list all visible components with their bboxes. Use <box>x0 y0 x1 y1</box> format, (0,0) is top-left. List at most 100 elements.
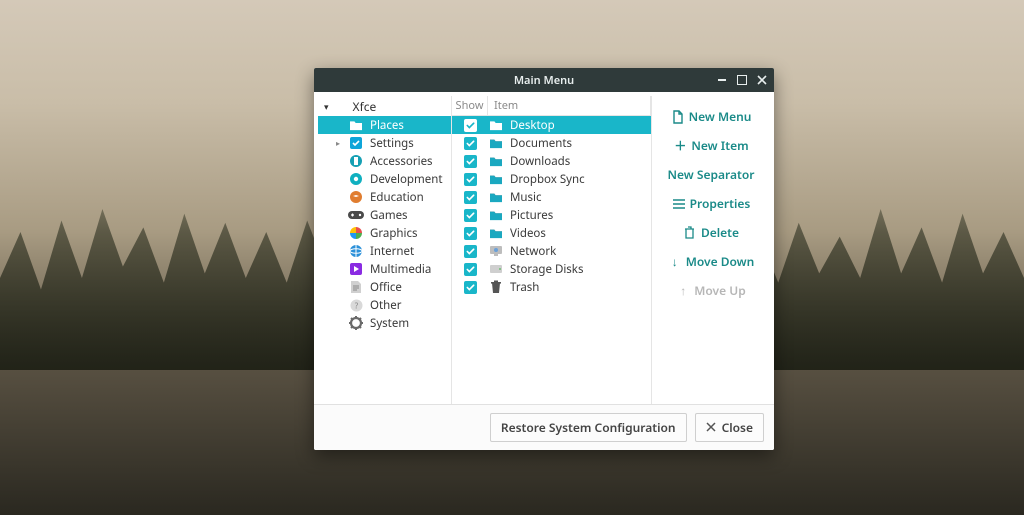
window-title: Main Menu <box>514 73 574 88</box>
category-accessories[interactable]: Accessories <box>318 152 451 170</box>
category-places[interactable]: Places <box>318 116 451 134</box>
folder-icon <box>488 171 504 187</box>
properties-button[interactable]: Properties <box>672 193 751 214</box>
window-close-button[interactable] <box>754 72 770 88</box>
new-separator-button[interactable]: New Separator <box>667 164 754 185</box>
show-checkbox[interactable] <box>458 119 482 132</box>
item-network[interactable]: Network <box>452 242 651 260</box>
delete-button[interactable]: Delete <box>683 222 739 243</box>
actions-pane: New Menu ＋ New Item New Separator Proper… <box>652 96 770 404</box>
column-show-header[interactable]: Show <box>452 96 488 115</box>
item-label: Downloads <box>510 154 570 169</box>
show-checkbox[interactable] <box>458 263 482 276</box>
category-label: Graphics <box>370 226 418 241</box>
item-storage-disks[interactable]: Storage Disks <box>452 260 651 278</box>
show-checkbox[interactable] <box>458 173 482 186</box>
category-development[interactable]: Development <box>318 170 451 188</box>
new-item-button[interactable]: ＋ New Item <box>673 135 748 156</box>
category-graphics[interactable]: Graphics <box>318 224 451 242</box>
category-internet[interactable]: Internet <box>318 242 451 260</box>
disk-icon <box>488 261 504 277</box>
category-label: Development <box>370 172 442 187</box>
item-label: Trash <box>510 280 539 295</box>
window-maximize-button[interactable] <box>734 72 750 88</box>
item-documents[interactable]: Documents <box>452 134 651 152</box>
category-office[interactable]: Office <box>318 278 451 296</box>
show-checkbox[interactable] <box>458 191 482 204</box>
other-icon: ? <box>348 297 364 313</box>
show-checkbox[interactable] <box>458 137 482 150</box>
restore-configuration-button[interactable]: Restore System Configuration <box>490 413 687 442</box>
window-minimize-button[interactable] <box>714 72 730 88</box>
arrow-up-icon: ↑ <box>676 282 690 299</box>
category-tree-pane: ▾ Xfce Places ▸ SettingsAccessories Develop… <box>318 96 452 404</box>
chevron-right-icon: ▸ <box>334 138 342 149</box>
item-downloads[interactable]: Downloads <box>452 152 651 170</box>
document-icon <box>671 110 685 124</box>
plus-icon: ＋ <box>673 137 687 154</box>
item-desktop[interactable]: Desktop <box>452 116 651 134</box>
item-label: Desktop <box>510 118 555 133</box>
folder-icon <box>348 117 364 133</box>
new-menu-button[interactable]: New Menu <box>671 106 752 127</box>
trash-icon <box>488 279 504 295</box>
folder-icon <box>488 189 504 205</box>
trash-icon <box>683 226 697 239</box>
item-videos[interactable]: Videos <box>452 224 651 242</box>
move-down-button[interactable]: ↓ Move Down <box>668 251 755 272</box>
category-label: System <box>370 316 409 331</box>
show-checkbox[interactable] <box>458 155 482 168</box>
folder-icon <box>488 207 504 223</box>
development-icon <box>348 171 364 187</box>
category-label: Internet <box>370 244 414 259</box>
item-trash[interactable]: Trash <box>452 278 651 296</box>
tree-root[interactable]: ▾ Xfce <box>318 96 451 116</box>
category-label: Multimedia <box>370 262 431 277</box>
column-headers: Show Item <box>452 96 651 116</box>
item-label: Music <box>510 190 542 205</box>
category-label: Education <box>370 190 424 205</box>
education-icon <box>348 189 364 205</box>
folder-icon <box>488 135 504 151</box>
move-up-button: ↑ Move Up <box>676 280 746 301</box>
category-label: Other <box>370 298 401 313</box>
main-menu-editor-window: Main Menu ▾ Xfce Places ▸ SettingsAccessor… <box>314 68 774 450</box>
category-label: Office <box>370 280 402 295</box>
item-label: Network <box>510 244 556 259</box>
column-item-header[interactable]: Item <box>488 96 651 115</box>
item-dropbox-sync[interactable]: Dropbox Sync <box>452 170 651 188</box>
item-label: Videos <box>510 226 546 241</box>
show-checkbox[interactable] <box>458 209 482 222</box>
show-checkbox[interactable] <box>458 227 482 240</box>
item-pictures[interactable]: Pictures <box>452 206 651 224</box>
list-icon <box>672 199 686 209</box>
category-education[interactable]: Education <box>318 188 451 206</box>
category-label: Places <box>370 118 404 133</box>
show-checkbox[interactable] <box>458 245 482 258</box>
category-label: Settings <box>370 136 414 151</box>
category-other[interactable]: ? Other <box>318 296 451 314</box>
arrow-down-icon: ↓ <box>668 253 682 270</box>
tree-root-label: Xfce <box>353 98 377 115</box>
item-label: Storage Disks <box>510 262 583 277</box>
titlebar[interactable]: Main Menu <box>314 68 774 92</box>
network-icon <box>488 243 504 259</box>
item-label: Documents <box>510 136 572 151</box>
category-label: Games <box>370 208 408 223</box>
chevron-down-icon: ▾ <box>324 100 329 113</box>
multimedia-icon <box>348 261 364 277</box>
folder-icon <box>488 117 504 133</box>
office-icon <box>348 279 364 295</box>
item-music[interactable]: Music <box>452 188 651 206</box>
close-button[interactable]: Close <box>695 413 764 442</box>
internet-icon <box>348 243 364 259</box>
folder-icon <box>488 153 504 169</box>
category-system[interactable]: System <box>318 314 451 332</box>
system-icon <box>348 315 364 331</box>
items-pane: Show Item Desktop Documents DownloadsDropb… <box>452 96 652 404</box>
category-games[interactable]: Games <box>318 206 451 224</box>
item-label: Pictures <box>510 208 553 223</box>
show-checkbox[interactable] <box>458 281 482 294</box>
category-settings[interactable]: ▸ Settings <box>318 134 451 152</box>
category-multimedia[interactable]: Multimedia <box>318 260 451 278</box>
